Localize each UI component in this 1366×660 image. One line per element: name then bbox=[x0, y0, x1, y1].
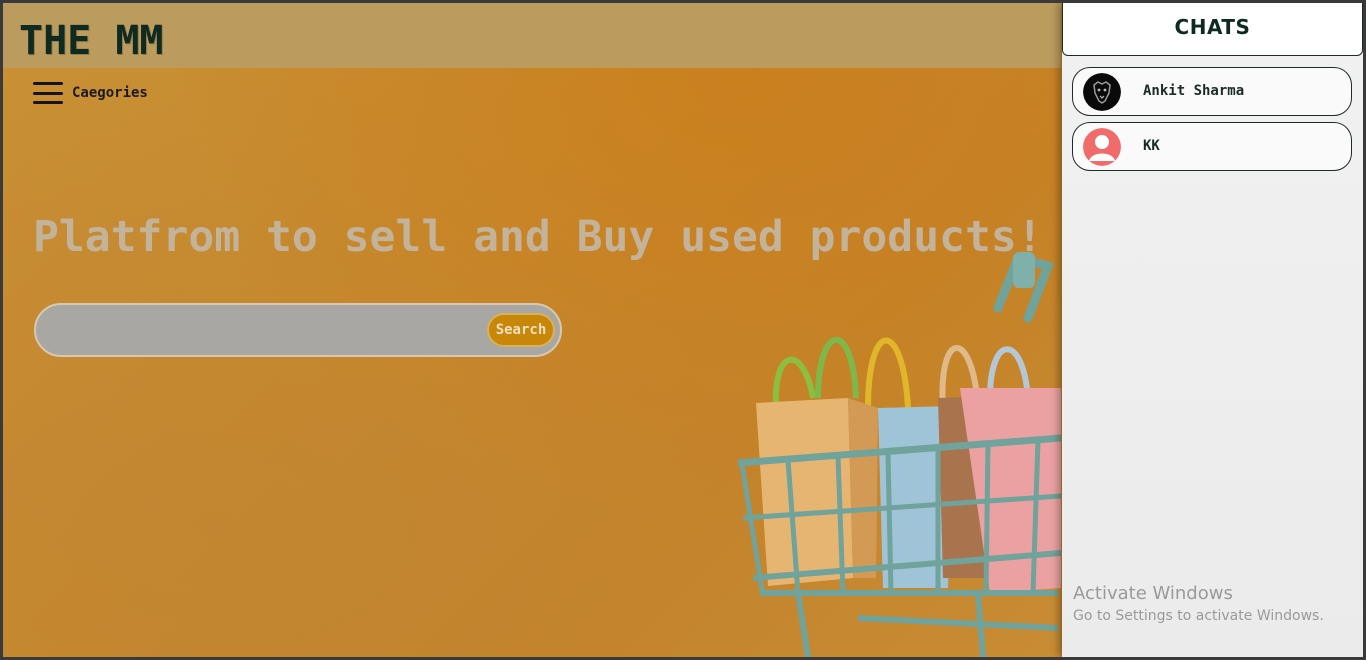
hamburger-menu-icon[interactable] bbox=[33, 82, 63, 104]
search-button[interactable]: Search bbox=[487, 313, 555, 347]
search-bar: Search bbox=[34, 303, 562, 357]
main-content: THE MM Caegories Platfrom to sell and Bu… bbox=[3, 3, 1061, 657]
chat-name: Ankit Sharma bbox=[1143, 83, 1245, 99]
brand-logo[interactable]: THE MM bbox=[19, 13, 164, 69]
chat-name: KK bbox=[1143, 138, 1160, 154]
top-navbar: THE MM bbox=[3, 3, 1061, 68]
chats-title: CHATS bbox=[1174, 15, 1251, 39]
browser-viewport: THE MM Caegories Platfrom to sell and Bu… bbox=[3, 3, 1363, 657]
search-input[interactable] bbox=[52, 313, 476, 349]
chat-item-kk[interactable]: KK bbox=[1072, 122, 1352, 171]
watermark-title: Activate Windows bbox=[1073, 583, 1233, 604]
lion-avatar-icon bbox=[1083, 73, 1121, 111]
default-user-avatar-icon bbox=[1083, 128, 1121, 166]
categories-menu-button[interactable]: Caegories bbox=[33, 80, 148, 106]
chats-header: CHATS bbox=[1062, 3, 1363, 56]
watermark-subtitle: Go to Settings to activate Windows. bbox=[1073, 608, 1324, 624]
hero-headline: Platfrom to sell and Buy used products! bbox=[33, 212, 1043, 262]
activate-windows-watermark: Activate Windows Go to Settings to activ… bbox=[1073, 582, 1358, 626]
categories-label[interactable]: Caegories bbox=[72, 85, 148, 101]
chats-panel: CHATS Ankit Sharma KK bbox=[1062, 3, 1363, 657]
shopping-cart-illustration bbox=[737, 252, 1061, 657]
chat-item-ankit-sharma[interactable]: Ankit Sharma bbox=[1072, 67, 1352, 116]
